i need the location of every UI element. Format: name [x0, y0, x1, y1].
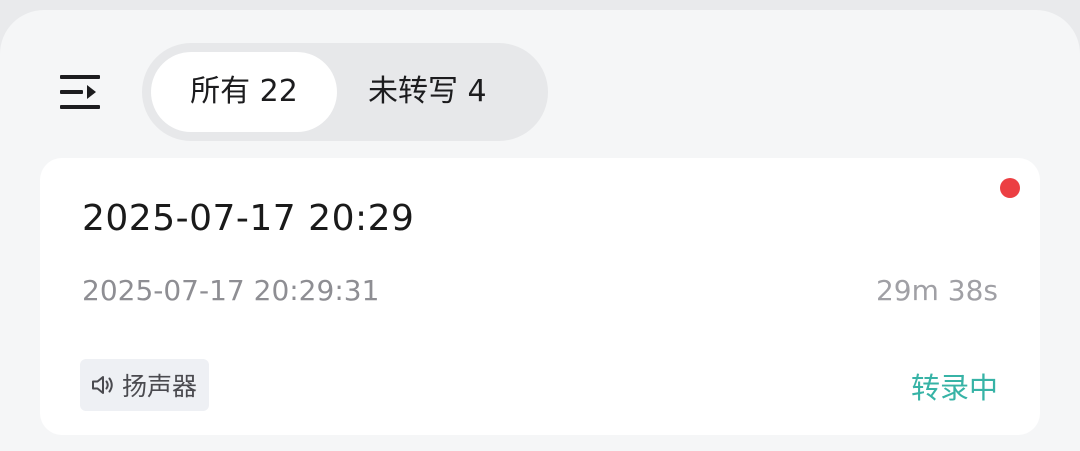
menu-button[interactable]: [56, 70, 104, 114]
recording-card[interactable]: 2025-07-17 20:29 2025-07-17 20:29:31 29m…: [40, 158, 1040, 435]
transcription-status: 转录中: [910, 371, 998, 405]
source-tag: 扬声器: [80, 359, 210, 411]
recordings-panel: 所有 22 未转写 4 2025-07-17 20:29 2025-07-17 …: [0, 10, 1080, 451]
recording-title: 2025-07-17 20:29: [82, 198, 415, 239]
recording-duration: 29m 38s: [875, 274, 998, 307]
unread-dot: [1000, 178, 1020, 198]
menu-collapse-icon: [60, 75, 100, 109]
filter-tabs: 所有 22 未转写 4: [142, 43, 548, 141]
tab-all[interactable]: 所有 22: [151, 52, 337, 132]
tab-untranscribed[interactable]: 未转写 4: [368, 52, 487, 132]
recording-timestamp: 2025-07-17 20:29:31: [82, 274, 380, 307]
speaker-icon: [92, 376, 113, 394]
source-label: 扬声器: [122, 372, 198, 401]
